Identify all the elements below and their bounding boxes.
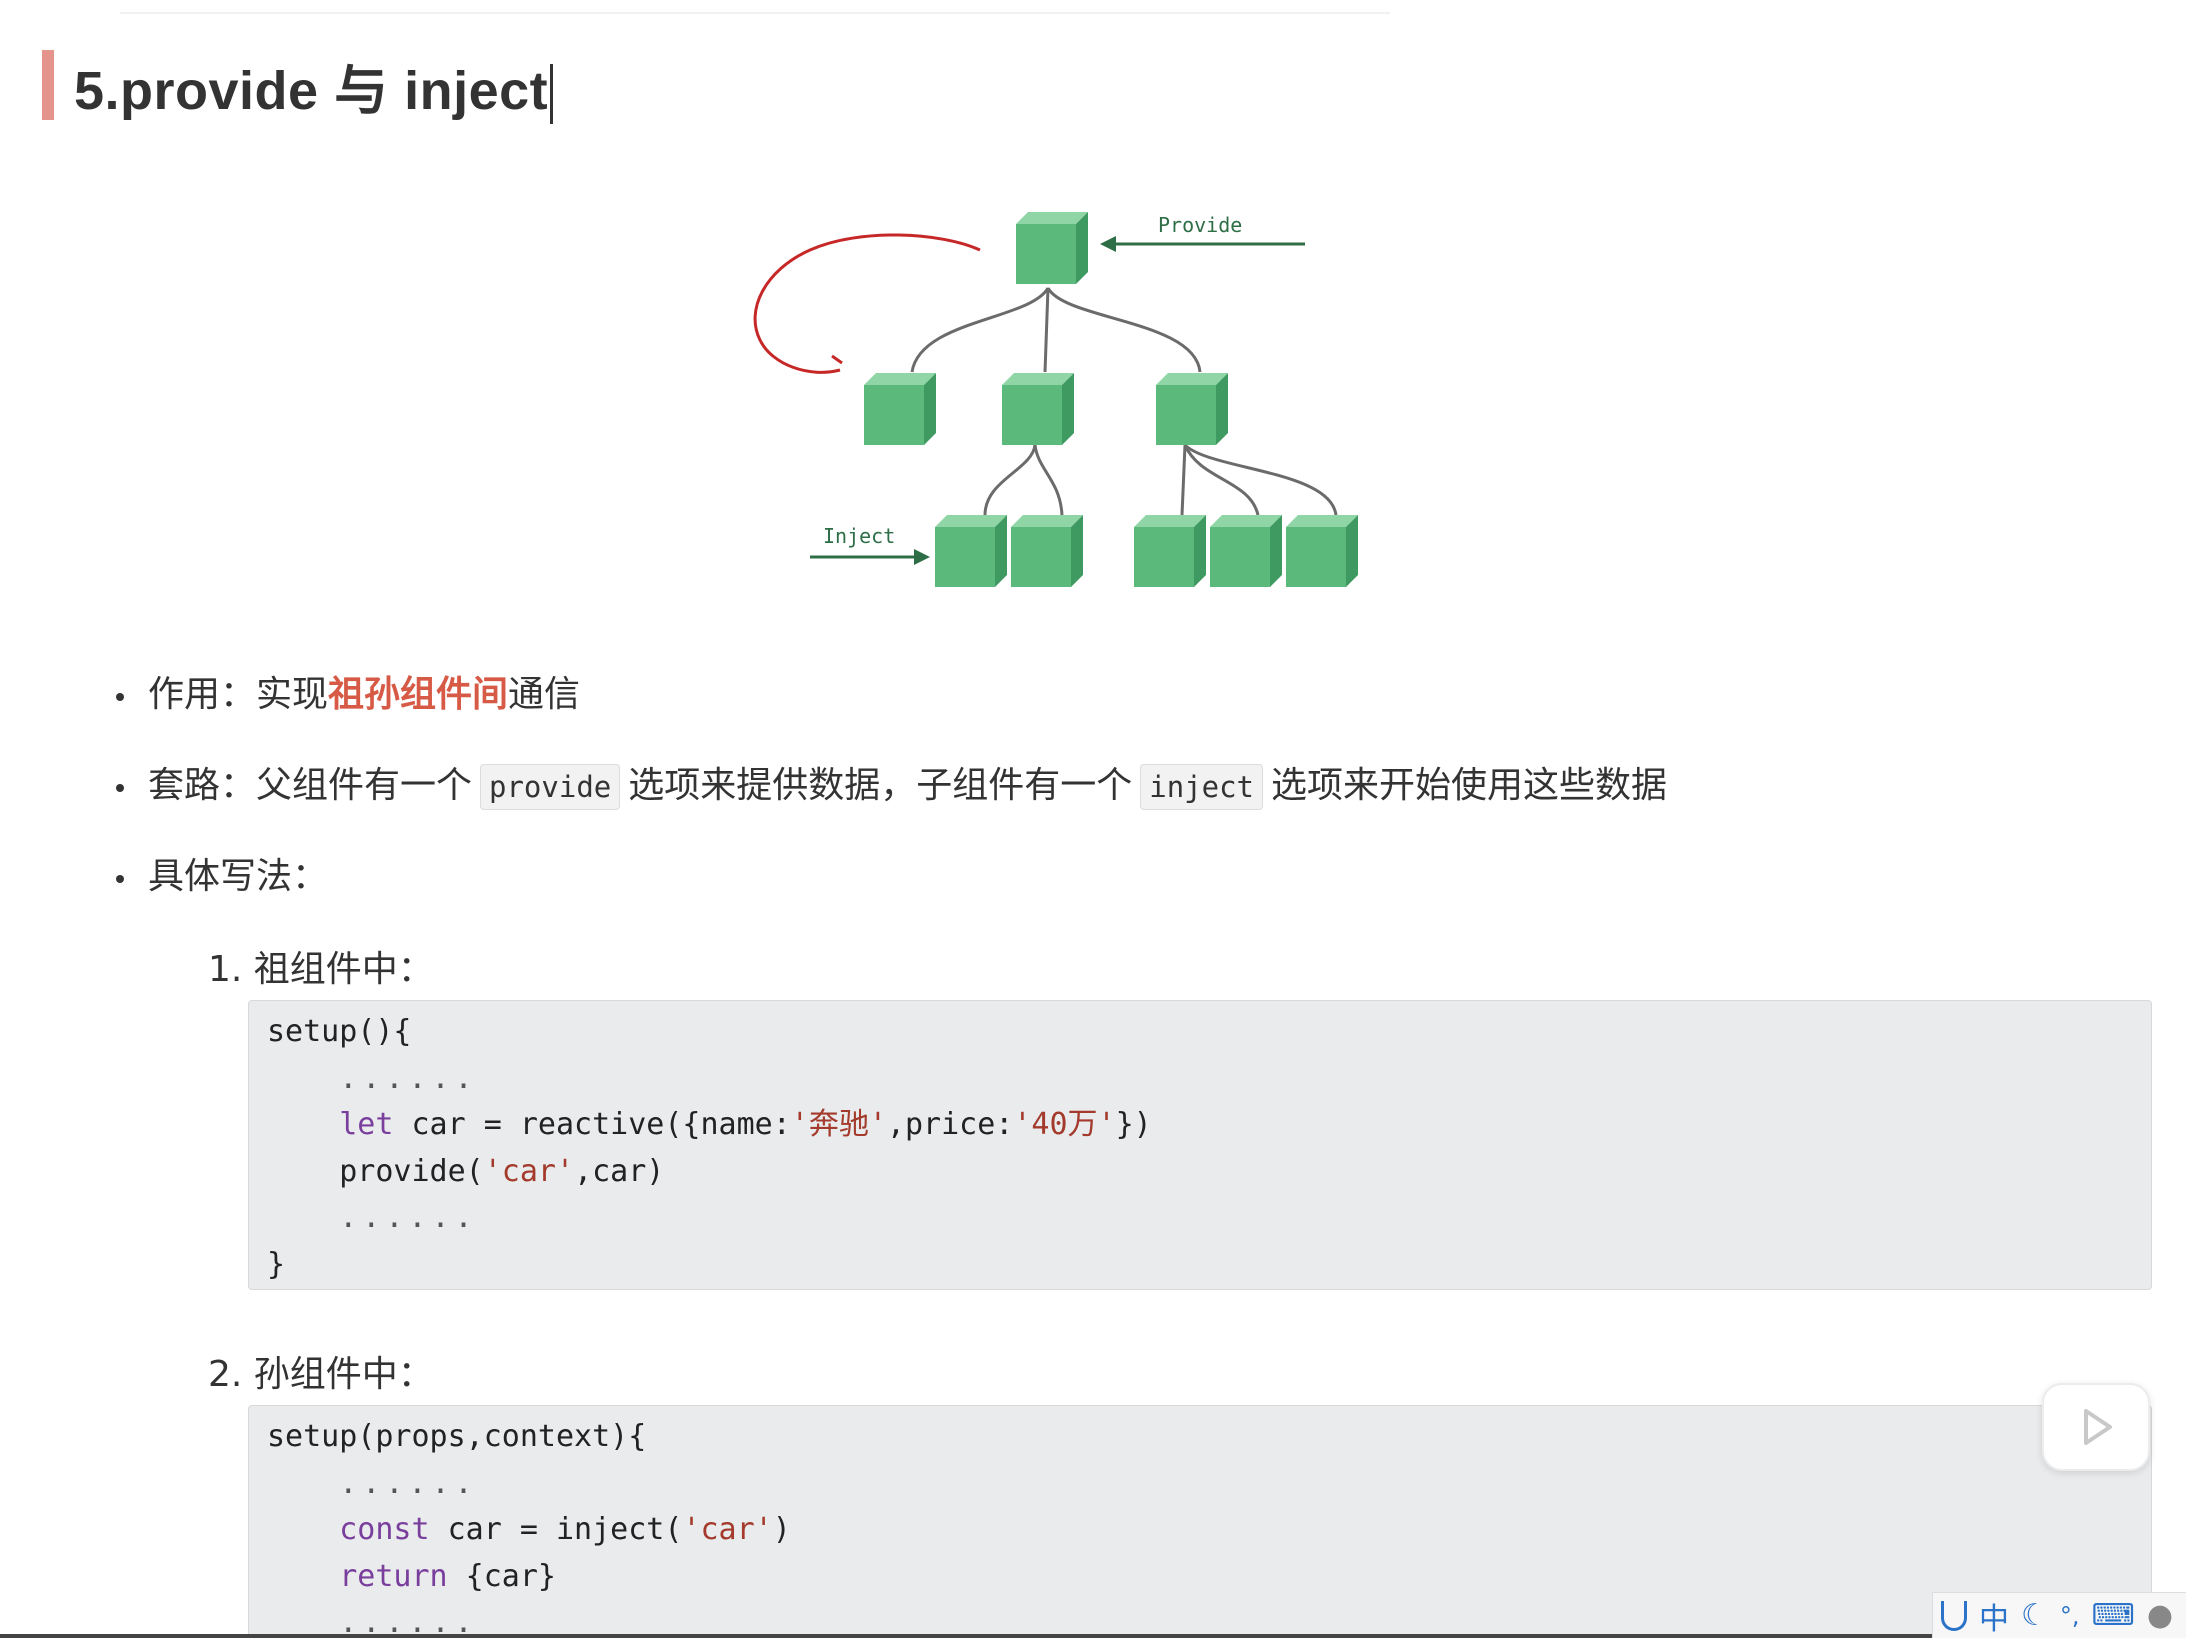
keyboard-icon[interactable]: ⌨ <box>2092 1598 2135 1633</box>
code-block-ancestor: setup(){ ...... let car = reactive({name… <box>248 1000 2152 1290</box>
ime-logo-icon <box>1941 1600 1967 1631</box>
punctuation-icon[interactable]: °, <box>2060 1602 2080 1630</box>
video-play-button[interactable] <box>2042 1383 2150 1471</box>
list-item: 作用：实现祖孙组件间通信 <box>110 660 1667 751</box>
ime-language-toggle[interactable]: 中 <box>1979 1594 2009 1638</box>
grandchild-cube <box>935 515 1007 587</box>
step-label: 1. 祖组件中： <box>208 949 434 990</box>
list-item: 套路：父组件有一个 provide 选项来提供数据，子组件有一个 inject 选项来开… <box>110 751 1667 842</box>
bottom-border <box>0 1634 1932 1638</box>
heading-accent-bar <box>42 50 54 120</box>
grandchild-cube <box>1210 515 1282 587</box>
inline-code: inject <box>1140 764 1264 810</box>
grandchild-cube <box>1286 515 1358 587</box>
root-cube <box>1016 212 1088 284</box>
grandchild-cube <box>1134 515 1206 587</box>
step-label: 2. 孙组件中： <box>208 1354 434 1395</box>
ime-toolbar[interactable]: 中 ☾ °, ⌨ ● <box>1932 1592 2186 1638</box>
code-block-descendant: setup(props,context){ ...... const car =… <box>248 1405 2152 1638</box>
annotation-scribble <box>753 233 981 374</box>
child-cube <box>1156 373 1228 445</box>
feature-list: 作用：实现祖孙组件间通信 套路：父组件有一个 provide 选项来提供数据，子组件… <box>110 660 1667 933</box>
child-cube <box>1002 373 1074 445</box>
inline-code: provide <box>480 764 621 810</box>
provide-label: Provide <box>1158 213 1242 237</box>
highlight-text: 祖孙组件间 <box>328 674 509 715</box>
inject-label: Inject <box>823 524 895 548</box>
play-icon <box>2084 1409 2112 1445</box>
provide-inject-diagram: Provide Inject <box>753 212 1358 587</box>
section-heading: 5.provide 与 inject <box>42 50 554 125</box>
page-title: 5.provide 与 inject <box>74 46 554 125</box>
grandchild-cube <box>1011 515 1083 587</box>
list-item: 具体写法： <box>110 842 1667 933</box>
text-caret <box>550 64 554 125</box>
moon-icon[interactable]: ☾ <box>2021 1598 2048 1633</box>
user-icon[interactable]: ● <box>2147 1598 2173 1633</box>
child-cube <box>864 373 936 445</box>
top-divider <box>120 12 1390 14</box>
